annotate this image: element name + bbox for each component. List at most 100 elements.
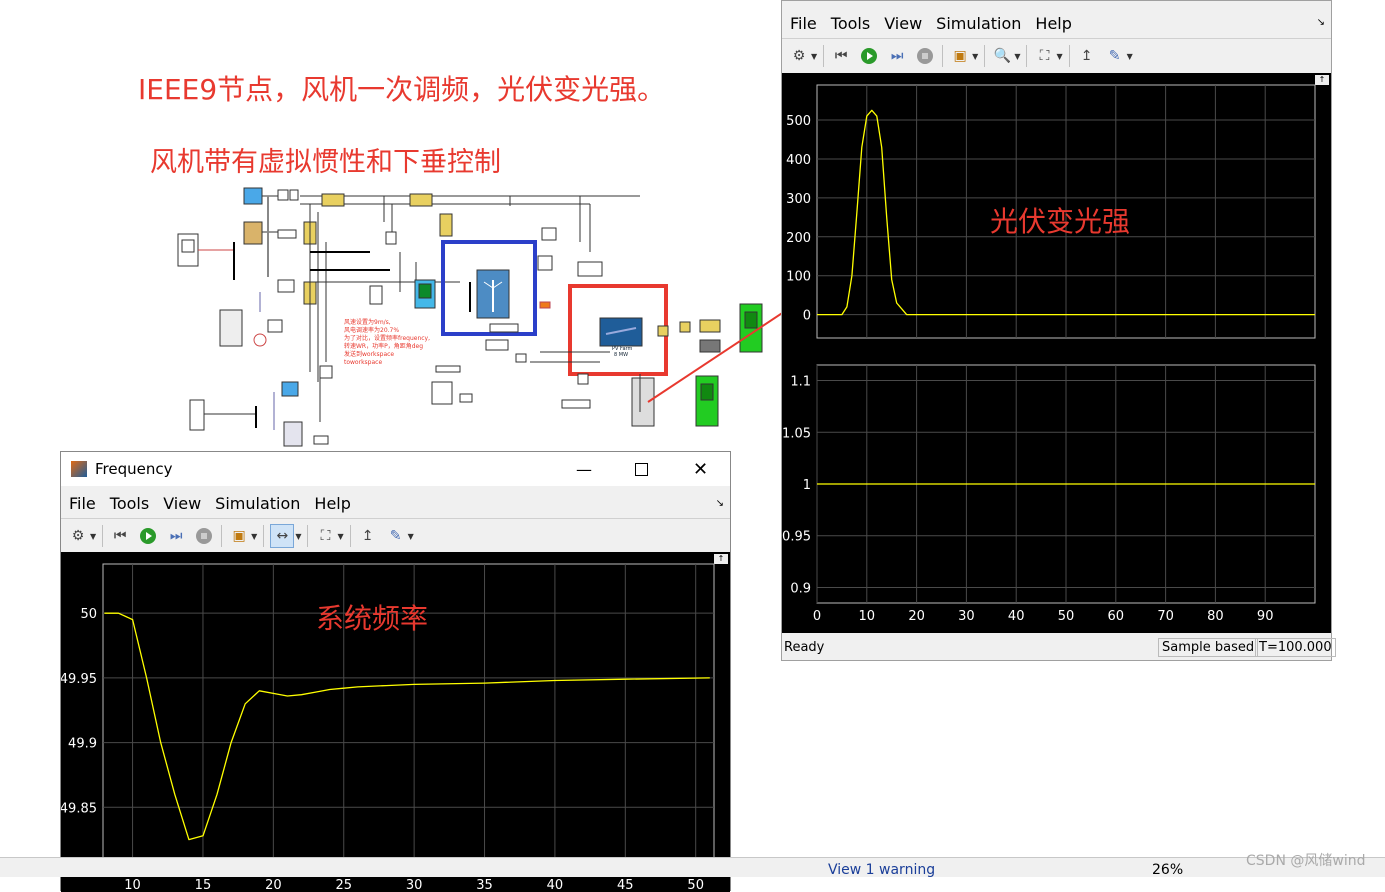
plot-2-xtick-0: 10 xyxy=(124,878,141,892)
plot-1-ytick-1: 0.95 xyxy=(782,530,811,545)
status-sample: Sample based xyxy=(1158,637,1259,657)
line-block-5[interactable] xyxy=(439,213,453,237)
run-icon[interactable] xyxy=(858,45,880,67)
stop-icon[interactable] xyxy=(914,45,936,67)
freq-zoom-icon[interactable]: ↔ xyxy=(270,524,295,548)
scope-window-pv[interactable]: File Tools View Simulation Help ↘ ⚙ ▼ ⏮ ⏭… xyxy=(781,0,1336,661)
plot-1-ytick-3: 1.05 xyxy=(782,426,811,441)
freq-annotation: 系统频率 xyxy=(316,602,429,635)
plot-2-ytick-1: 49.85 xyxy=(61,801,97,816)
svg-text:风电调速率为20.7%: 风电调速率为20.7% xyxy=(344,326,399,334)
plot-1-xtick-4: 40 xyxy=(1008,609,1025,624)
pv-farm-label: PV Farm 8 MW xyxy=(612,346,632,358)
menu-file[interactable]: File xyxy=(790,14,817,33)
plot-2-xtick-1: 15 xyxy=(195,878,212,892)
plot-0-ytick-5: 500 xyxy=(786,114,811,129)
sub-annotation: 风机带有虚拟惯性和下垂控制 xyxy=(150,147,501,178)
load-block[interactable] xyxy=(369,285,383,305)
status-ready: Ready xyxy=(784,639,825,655)
dock-arrow-icon[interactable]: ↘ xyxy=(1317,17,1325,28)
frequency-menubar: File Tools View Simulation Help xyxy=(61,489,730,517)
plot-2-xtick-5: 35 xyxy=(476,878,493,892)
plot-1-xtick-1: 10 xyxy=(859,609,876,624)
freq-menu-help[interactable]: Help xyxy=(314,494,350,513)
bus-block-2[interactable] xyxy=(281,381,299,397)
menu-tools[interactable]: Tools xyxy=(831,14,870,33)
step-back-icon[interactable]: ⏮ xyxy=(830,45,852,67)
close-button[interactable]: ✕ xyxy=(693,459,708,480)
plot-1-xtick-7: 70 xyxy=(1157,609,1174,624)
plot-1-ytick-0: 0.9 xyxy=(790,581,811,596)
csdn-watermark: CSDN @风储wind xyxy=(1246,853,1366,869)
plot-0-ytick-1: 100 xyxy=(786,270,811,285)
freq-run-icon[interactable] xyxy=(137,525,159,547)
meter-block[interactable] xyxy=(431,381,453,405)
plot-2-trace xyxy=(104,612,710,841)
plot-0-ytick-3: 300 xyxy=(786,192,811,207)
svg-text:8 MW: 8 MW xyxy=(614,352,628,358)
plot-1-xtick-0: 0 xyxy=(813,609,821,624)
step-forward-icon[interactable]: ⏭ xyxy=(886,45,908,67)
plot-1-ytick-4: 1.1 xyxy=(790,375,811,390)
triggers-icon[interactable]: ↥ xyxy=(1076,45,1098,67)
plot-2-xtick-2: 20 xyxy=(265,878,282,892)
plot-0-ytick-4: 400 xyxy=(786,153,811,168)
line-block-1[interactable] xyxy=(321,193,345,207)
matlab-logo-icon xyxy=(71,461,87,477)
scope-toolbar: ⚙ ▼ ⏮ ⏭ ▣ ▼ 🔍 ▼ ⛶ ▼ ↥ ✎ ▼ xyxy=(782,38,1331,74)
freq-menu-simulation[interactable]: Simulation xyxy=(215,494,300,513)
freq-settings-icon[interactable]: ⚙ xyxy=(67,525,89,547)
minimize-button[interactable]: — xyxy=(576,460,592,479)
freq-highlight-icon[interactable]: ▣ xyxy=(228,525,250,547)
freq-step-back-icon[interactable]: ⏮ xyxy=(109,525,131,547)
freq-triggers-icon[interactable]: ↥ xyxy=(357,525,379,547)
plot-2-ytick-4: 50 xyxy=(80,607,97,622)
menu-simulation[interactable]: Simulation xyxy=(936,14,1021,33)
freq-step-forward-icon[interactable]: ⏭ xyxy=(165,525,187,547)
maximize-button[interactable] xyxy=(635,462,648,476)
pv-irradiance-plot[interactable]: 0 100 200 300 400 500 0 10 20 30 40 50 60 70 80 90 0.9 0.… xyxy=(782,73,1331,633)
svg-text:为了对比，设置频率frequency,: 为了对比，设置频率frequency, xyxy=(344,334,430,342)
freq-measurements-icon[interactable]: ✎ xyxy=(385,525,407,547)
freq-dock-arrow-icon[interactable]: ↘ xyxy=(716,498,724,509)
scope-menubar: File Tools View Simulation Help xyxy=(782,9,1331,37)
plot-1-xtick-9: 90 xyxy=(1257,609,1274,624)
plot-panel: ↑ 0 100 200 300 400 500 0 10 20 30 40 50 60 70 80 90 0.9… xyxy=(782,73,1331,633)
scope-window-frequency[interactable]: Frequency — ✕ File Tools View Simulation… xyxy=(60,451,731,892)
plot-0-ytick-0: 0 xyxy=(803,309,811,324)
freq-autoscale-icon[interactable]: ⛶ xyxy=(314,525,336,547)
plot-2-xtick-3: 25 xyxy=(335,878,352,892)
line-block-2[interactable] xyxy=(409,193,433,207)
plot-1-xtick-8: 80 xyxy=(1207,609,1224,624)
bus-block-1[interactable] xyxy=(243,187,263,205)
menu-help[interactable]: Help xyxy=(1035,14,1071,33)
pv-annotation: 光伏变光强 xyxy=(990,205,1131,238)
plot-2-ytick-3: 49.95 xyxy=(61,672,97,687)
plot-1-xtick-3: 30 xyxy=(958,609,975,624)
transformer-block-3[interactable] xyxy=(283,421,303,447)
settings-icon[interactable]: ⚙ xyxy=(788,45,810,67)
freq-menu-tools[interactable]: Tools xyxy=(110,494,149,513)
svg-text:发送到workspace: 发送到workspace xyxy=(344,350,394,358)
frequency-titlebar[interactable]: Frequency — ✕ xyxy=(61,452,730,486)
autoscale-icon[interactable]: ⛶ xyxy=(1033,45,1055,67)
plot-2-xtick-7: 45 xyxy=(617,878,634,892)
plot-2-xtick-4: 30 xyxy=(406,878,423,892)
simulink-status-bar: View 1 warning 26% xyxy=(0,857,1385,878)
plot-0-ytick-2: 200 xyxy=(786,231,811,246)
svg-text:风速设置为9m/s,: 风速设置为9m/s, xyxy=(344,318,391,326)
highlight-icon[interactable]: ▣ xyxy=(949,45,971,67)
plot-2-xtick-6: 40 xyxy=(547,878,564,892)
gen-block-2[interactable] xyxy=(219,309,243,347)
freq-stop-icon[interactable] xyxy=(193,525,215,547)
freq-menu-view[interactable]: View xyxy=(163,494,201,513)
plot-2-ytick-2: 49.9 xyxy=(68,737,97,752)
transformer-block-1[interactable] xyxy=(243,221,263,245)
plot-1-ytick-2: 1 xyxy=(803,478,811,493)
measurements-icon[interactable]: ✎ xyxy=(1104,45,1126,67)
menu-view[interactable]: View xyxy=(884,14,922,33)
scope-statusbar: Ready Sample based T=100.000 xyxy=(782,634,1336,660)
freq-menu-file[interactable]: File xyxy=(69,494,96,513)
zoom-icon[interactable]: 🔍 xyxy=(991,45,1013,67)
status-time: T=100.000 xyxy=(1255,637,1336,657)
